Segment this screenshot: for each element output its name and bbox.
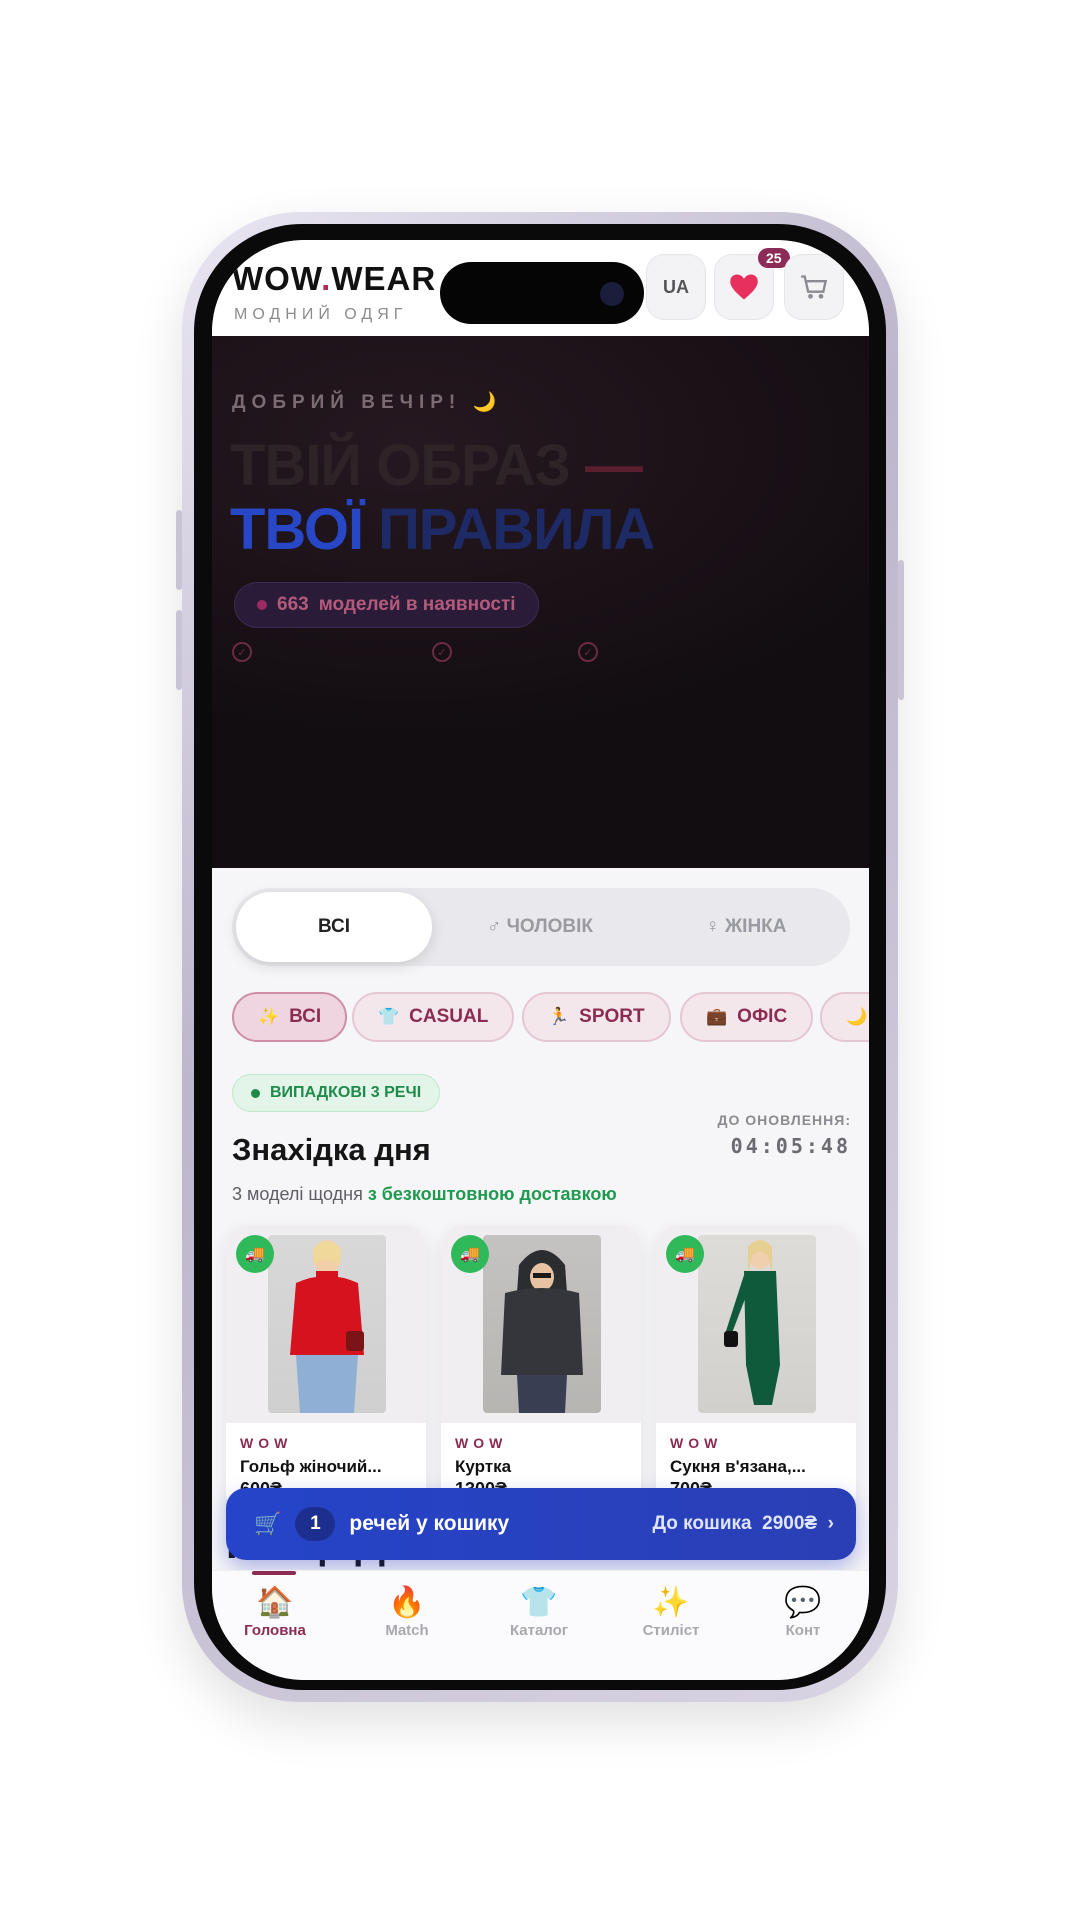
tshirt-icon: 👕	[520, 1586, 558, 1619]
heart-icon	[730, 274, 758, 300]
free-delivery-truck-icon: 🚚	[666, 1235, 704, 1273]
product-image: 🚚	[226, 1225, 426, 1423]
cart-icon	[801, 275, 828, 299]
product-card[interactable]: 🚚 WOW Сукня в'язана,... 700₴	[656, 1225, 856, 1515]
product-name: Гольф жіночий...	[240, 1457, 382, 1476]
product-brand: WOW	[455, 1435, 508, 1451]
section-title: Знахідка дня	[232, 1132, 431, 1167]
check-icon: ✓	[432, 642, 452, 662]
stock-count-pill: 663 моделей в наявності	[234, 582, 539, 628]
dot-icon	[251, 1088, 260, 1098]
product-photo	[268, 1235, 386, 1413]
camera-icon	[600, 282, 624, 306]
section-subtitle: 3 моделі щодня з безкоштовною доставкою	[232, 1184, 617, 1204]
language-button[interactable]: UA	[646, 254, 706, 320]
cart-icon: 🛒	[254, 1511, 282, 1536]
style-filter-chips: ✨ ВСІ 👕 CASUAL 🏃 SPORT 💼 ОФІС 🌙	[232, 992, 869, 1046]
nav-home[interactable]: 🏠 Головна	[212, 1585, 340, 1639]
hero-title-line-1: ТВІЙ ОБРАЗ —	[230, 433, 643, 498]
product-name: Сукня в'язана,...	[670, 1457, 806, 1476]
go-to-cart-button[interactable]: До кошика 2900₴ ›	[652, 1513, 834, 1535]
sparkles-icon: ✨	[258, 1007, 280, 1026]
logo[interactable]: WOW.WEAR	[232, 260, 436, 298]
briefcase-icon: 💼	[706, 1007, 728, 1026]
phone-side-button-right	[898, 560, 904, 700]
cart-summary-bar[interactable]: 🛒 1 речей у кошику До кошика 2900₴ ›	[226, 1488, 856, 1560]
fire-icon: 🔥	[388, 1586, 426, 1619]
tab-all[interactable]: ВСІ	[236, 892, 432, 962]
chip-all[interactable]: ✨ ВСІ	[232, 992, 348, 1042]
active-tab-indicator	[252, 1571, 296, 1575]
bottom-navigation: 🏠 Головна 🔥 Match 👕 Каталог ✨ Стиліст 💬 Конт	[212, 1570, 869, 1680]
chat-bubble-icon: 💬	[784, 1586, 822, 1619]
check-icon: ✓	[232, 642, 252, 662]
product-photo	[483, 1235, 601, 1413]
check-icon: ✓	[578, 642, 598, 662]
product-image: 🚚	[656, 1225, 856, 1423]
product-brand: WOW	[670, 1435, 723, 1451]
tab-women[interactable]: ♀ ЖІНКА	[648, 892, 844, 962]
nav-stylist[interactable]: ✨ Стиліст	[606, 1585, 736, 1639]
nav-catalog[interactable]: 👕 Каталог	[474, 1585, 604, 1639]
home-icon: 🏠	[256, 1586, 294, 1619]
chip-office[interactable]: 💼 ОФІС	[680, 992, 814, 1042]
free-delivery-truck-icon: 🚚	[236, 1235, 274, 1273]
update-timer: 04:05:48	[730, 1134, 851, 1158]
chip-evening[interactable]: 🌙	[820, 992, 869, 1042]
product-name: Куртка	[455, 1457, 512, 1476]
hero-benefits: ✓ ✓ ✓	[232, 642, 852, 672]
app-screen: WOW.WEAR МОДНИЙ ОДЯГ UA 25 ДОБРИЙ ВЕЧІР!…	[212, 240, 869, 1680]
cart-total: 2900₴	[762, 1513, 818, 1534]
product-brand: WOW	[240, 1435, 293, 1451]
cart-header-button[interactable]	[784, 254, 844, 320]
nav-contacts[interactable]: 💬 Конт	[738, 1585, 868, 1639]
chip-sport[interactable]: 🏃 SPORT	[522, 992, 671, 1042]
chevron-right-icon: ›	[827, 1513, 834, 1534]
gender-tabs: ВСІ ♂ ЧОЛОВІК ♀ ЖІНКА	[232, 888, 850, 966]
product-card[interactable]: 🚚 WOW Куртка 1300₴	[441, 1225, 641, 1515]
hero-banner: ДОБРИЙ ВЕЧІР! 🌙 ТВІЙ ОБРАЗ — ТВОЇ ПРАВИЛ…	[212, 336, 869, 868]
free-delivery-truck-icon: 🚚	[451, 1235, 489, 1273]
stock-count: 663	[277, 594, 309, 615]
stock-text: моделей в наявності	[318, 594, 516, 615]
moon-icon: 🌙	[846, 1007, 868, 1026]
phone-side-button-left	[176, 510, 182, 590]
greeting-text: ДОБРИЙ ВЕЧІР! 🌙	[232, 392, 503, 413]
hero-title-line-2: ТВОЇ ПРАВИЛА	[230, 497, 655, 562]
product-photo	[698, 1235, 816, 1413]
cart-text: речей у кошику	[349, 1512, 510, 1535]
cart-count-badge: 1	[295, 1507, 336, 1541]
status-dot-icon	[257, 600, 267, 610]
update-label: ДО ОНОВЛЕННЯ:	[717, 1112, 851, 1128]
runner-icon: 🏃	[548, 1007, 570, 1026]
tshirt-icon: 👕	[378, 1007, 400, 1026]
product-image: 🚚	[441, 1225, 641, 1423]
tab-men[interactable]: ♂ ЧОЛОВІК	[442, 892, 638, 962]
product-card[interactable]: 🚚 WOW Гольф жіночий... 600₴	[226, 1225, 426, 1515]
sparkles-icon: ✨	[652, 1586, 690, 1619]
logo-subtitle: МОДНИЙ ОДЯГ	[234, 306, 408, 323]
phone-side-button-left-2	[176, 610, 182, 690]
random-items-tag: ВИПАДКОВІ 3 РЕЧІ	[232, 1074, 441, 1112]
chip-casual[interactable]: 👕 CASUAL	[352, 992, 515, 1042]
nav-match[interactable]: 🔥 Match	[342, 1585, 472, 1639]
